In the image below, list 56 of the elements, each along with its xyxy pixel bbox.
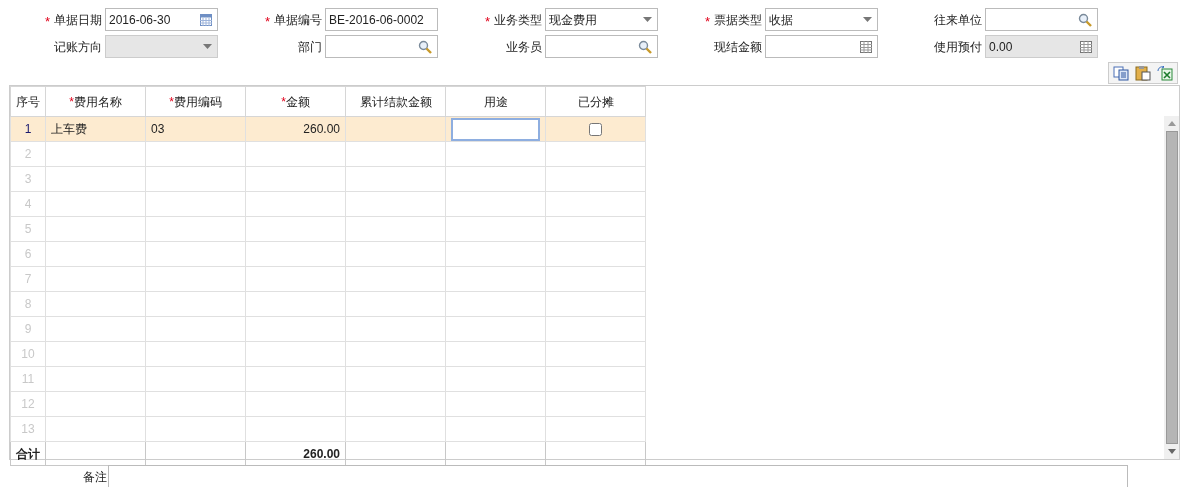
column-header: *费用编码 xyxy=(145,86,246,117)
spreadsheet-export-icon[interactable] xyxy=(1157,65,1173,81)
calendar-icon[interactable] xyxy=(200,13,212,26)
input-field[interactable]: 2016-06-30 xyxy=(105,8,218,31)
remark-field[interactable] xyxy=(108,465,1128,487)
column-header: 序号 xyxy=(10,86,46,117)
column-header: 累计结款金额 xyxy=(345,86,446,117)
table-cell: 上车费 xyxy=(45,116,146,142)
input-field[interactable] xyxy=(985,8,1098,31)
remark-label: 备注 xyxy=(82,468,107,486)
field-value: 现金费用 xyxy=(549,11,597,29)
search-icon[interactable] xyxy=(1078,12,1092,27)
required-mark: * xyxy=(264,12,270,28)
paste-icon[interactable] xyxy=(1135,65,1151,81)
scroll-up-icon[interactable] xyxy=(1167,121,1176,126)
scrollbar[interactable] xyxy=(1164,116,1179,459)
required-mark: * xyxy=(704,12,710,28)
input-field[interactable] xyxy=(545,35,658,58)
field-label: 部门 xyxy=(298,38,322,56)
input-field[interactable] xyxy=(765,35,878,58)
field-label: 单据编号 xyxy=(274,11,322,29)
column-header: *费用名称 xyxy=(45,86,146,117)
field-value: BE-2016-06-0002 xyxy=(329,11,424,29)
column-header: 已分摊 xyxy=(545,86,646,117)
field-label: 现结金额 xyxy=(714,38,762,56)
field-label: 票据类型 xyxy=(714,11,762,29)
column-header: *金额 xyxy=(245,86,346,117)
field-label: 业务员 xyxy=(506,38,542,56)
input-field[interactable] xyxy=(325,35,438,58)
field-label: 记账方向 xyxy=(54,38,102,56)
row-number: 1 xyxy=(10,116,46,142)
copy-icon[interactable] xyxy=(1113,65,1129,81)
field-value: 2016-06-30 xyxy=(109,11,171,29)
required-mark: * xyxy=(484,12,490,28)
search-icon[interactable] xyxy=(638,39,652,54)
calculator-icon[interactable] xyxy=(860,40,872,53)
dropdown-caret-icon[interactable] xyxy=(643,17,652,22)
field-value: 收据 xyxy=(769,11,793,29)
table-cell: 03 xyxy=(145,116,246,142)
field-value: 0.00 xyxy=(989,38,1013,56)
required-mark: * xyxy=(44,12,50,28)
scroll-down-icon[interactable] xyxy=(1167,449,1176,454)
dropdown-field[interactable]: 现金费用 xyxy=(545,8,658,31)
search-icon[interactable] xyxy=(418,39,432,54)
dropdown-field[interactable]: 收据 xyxy=(765,8,878,31)
input-field[interactable]: BE-2016-06-0002 xyxy=(325,8,438,31)
dropdown-caret-icon[interactable] xyxy=(863,17,872,22)
table-cell: 260.00 xyxy=(245,116,346,142)
column-header: 用途 xyxy=(445,86,546,117)
field-label: 业务类型 xyxy=(494,11,542,29)
checkbox[interactable] xyxy=(589,123,602,137)
cell-input[interactable] xyxy=(451,117,540,141)
field-label: 单据日期 xyxy=(54,11,102,29)
field-label: 往来单位 xyxy=(934,11,982,29)
field-label: 使用预付 xyxy=(934,38,982,56)
total-label: 合计 xyxy=(10,441,46,466)
